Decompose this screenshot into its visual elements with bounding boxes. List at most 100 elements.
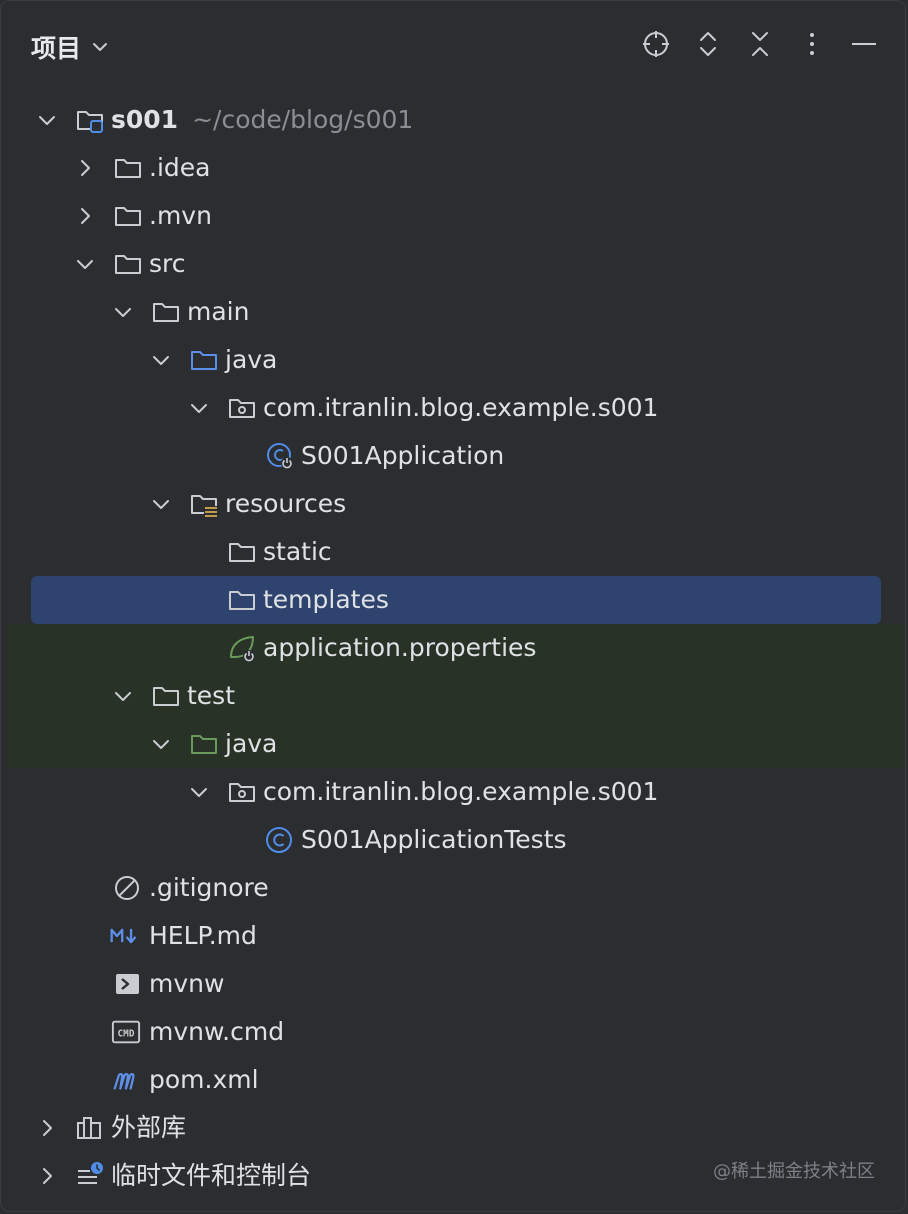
folder-icon [115, 207, 141, 226]
tree-item-label: static [263, 537, 332, 566]
root-path: ~/code/blog/s001 [192, 105, 414, 134]
collapse-all-button[interactable] [745, 29, 775, 59]
project-tree: s001 ~/code/blog/s001 .idea .mvn src main [1, 96, 905, 1200]
tree-item-static[interactable]: static [1, 528, 905, 576]
tree-item-label: mvnw.cmd [149, 1017, 285, 1046]
locate-button[interactable] [641, 29, 671, 59]
panel-title-dropdown[interactable]: 项目 [31, 29, 111, 65]
tree-item-test-package[interactable]: com.itranlin.blog.example.s001 [1, 768, 905, 816]
tree-item-label: com.itranlin.blog.example.s001 [263, 777, 659, 806]
tree-item-label: main [187, 297, 250, 326]
test-folder-icon [191, 735, 217, 754]
tree-item-resources[interactable]: resources [1, 480, 905, 528]
package-icon [229, 399, 255, 418]
tree-item-templates[interactable]: templates [1, 576, 905, 624]
source-folder-icon [191, 351, 217, 370]
folder-icon [153, 687, 179, 706]
tree-item-src[interactable]: src [1, 240, 905, 288]
tree-item-label: 外部库 [111, 1113, 187, 1142]
tree-item-label: .gitignore [149, 873, 269, 902]
folder-icon [229, 543, 255, 562]
chevron-right-icon[interactable] [75, 158, 95, 178]
chevron-down-icon[interactable] [151, 350, 171, 370]
package-icon [229, 783, 255, 802]
tree-item-idea[interactable]: .idea [1, 144, 905, 192]
panel-header: 项目 [1, 21, 905, 71]
svg-text:CMD: CMD [118, 1029, 135, 1040]
resources-folder-icon [191, 495, 218, 517]
chevron-right-icon[interactable] [75, 206, 95, 226]
cmd-file-icon: CMD [111, 1020, 141, 1044]
folder-icon [153, 303, 179, 322]
tree-item-label: resources [225, 489, 347, 518]
tree-item-mvn[interactable]: .mvn [1, 192, 905, 240]
tree-item-label: test [187, 681, 236, 710]
chevron-down-icon[interactable] [151, 494, 171, 514]
chevron-down-icon[interactable] [189, 782, 209, 802]
spring-leaf-icon [230, 636, 255, 662]
tree-item-label: .idea [149, 153, 211, 182]
tree-item-mvnw-cmd[interactable]: CMD mvnw.cmd [1, 1008, 905, 1056]
tree-item-label: java [225, 729, 278, 758]
tree-item-main-class[interactable]: S001Application [1, 432, 905, 480]
ignore-file-icon [115, 876, 139, 900]
root-name: s001 [111, 105, 179, 134]
panel-toolbar [641, 29, 879, 59]
markdown-icon [110, 928, 137, 944]
chevron-down-icon[interactable] [151, 734, 171, 754]
watermark: @稀土掘金技术社区 [713, 1161, 875, 1182]
tree-item-test[interactable]: test [1, 672, 905, 720]
chevron-down-icon[interactable] [113, 686, 133, 706]
tree-item-test-java[interactable]: java [1, 720, 905, 768]
tree-item-label: 临时文件和控制台 [111, 1161, 312, 1190]
tree-item-main-java[interactable]: java [1, 336, 905, 384]
tree-item-label: S001Application [301, 441, 505, 470]
collapse-all-icon [752, 32, 768, 56]
tree-item-label: java [225, 345, 278, 374]
minimize-icon [852, 43, 876, 45]
chevron-down-icon [93, 43, 108, 51]
options-button[interactable] [797, 29, 827, 59]
tree-item-external-libraries[interactable]: 外部库 [1, 1104, 905, 1152]
chevron-down-icon[interactable] [37, 110, 57, 130]
tree-item-label: pom.xml [149, 1065, 259, 1094]
expand-all-button[interactable] [693, 29, 723, 59]
tree-item-mvnw[interactable]: mvnw [1, 960, 905, 1008]
tree-item-label: templates [263, 585, 389, 614]
module-folder-icon [77, 111, 103, 133]
folder-icon [115, 255, 141, 274]
chevron-down-icon[interactable] [189, 398, 209, 418]
tree-item-main[interactable]: main [1, 288, 905, 336]
tree-item-label: HELP.md [149, 921, 257, 950]
more-vertical-icon [810, 33, 814, 55]
tree-item-label: mvnw [149, 969, 225, 998]
project-panel: 项目 s001 ~/code/blog/s001 .idea .mvn src … [0, 0, 906, 1212]
tree-item-pom[interactable]: pom.xml [1, 1056, 905, 1104]
expand-all-icon [700, 32, 716, 56]
tree-item-gitignore[interactable]: .gitignore [1, 864, 905, 912]
scratches-icon [78, 1162, 103, 1184]
chevron-right-icon[interactable] [37, 1118, 57, 1138]
tree-item-test-class[interactable]: S001ApplicationTests [1, 816, 905, 864]
tree-item-label: S001ApplicationTests [301, 825, 567, 854]
folder-icon [115, 159, 141, 178]
tree-item-help-md[interactable]: HELP.md [1, 912, 905, 960]
class-icon [266, 827, 292, 853]
tree-item-main-package[interactable]: com.itranlin.blog.example.s001 [1, 384, 905, 432]
shell-script-icon [116, 974, 139, 994]
tree-item-root[interactable]: s001 ~/code/blog/s001 [1, 96, 905, 144]
library-icon [77, 1117, 101, 1139]
hide-panel-button[interactable] [849, 29, 879, 59]
tree-item-label: com.itranlin.blog.example.s001 [263, 393, 659, 422]
crosshair-icon [643, 31, 669, 57]
spring-boot-class-icon [267, 443, 293, 469]
tree-item-label: application.properties [263, 633, 537, 662]
chevron-down-icon[interactable] [113, 302, 133, 322]
panel-title: 项目 [31, 34, 82, 63]
chevron-right-icon[interactable] [37, 1166, 57, 1186]
maven-icon [113, 1073, 135, 1090]
chevron-down-icon[interactable] [75, 254, 95, 274]
tree-item-app-properties[interactable]: application.properties [1, 624, 905, 672]
folder-icon [229, 591, 255, 610]
tree-item-label: .mvn [149, 201, 212, 230]
